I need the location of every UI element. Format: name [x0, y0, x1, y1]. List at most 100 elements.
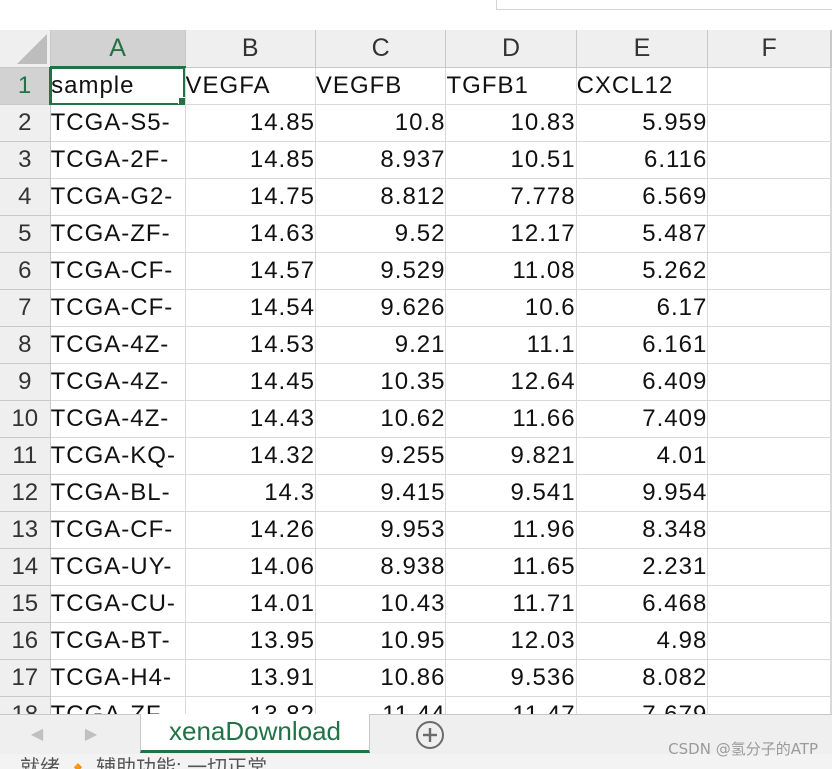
cell-c11[interactable]: 9.255 — [315, 437, 447, 475]
row-header-15[interactable]: 15 — [0, 585, 51, 623]
cell-empty[interactable] — [830, 437, 832, 475]
cell-b3[interactable]: 14.85 — [185, 141, 316, 179]
cell-c9[interactable]: 10.35 — [315, 363, 447, 401]
cell-f3[interactable] — [707, 141, 831, 179]
cell-c10[interactable]: 10.62 — [315, 400, 447, 438]
cell-e11[interactable]: 4.01 — [576, 437, 709, 475]
cell-empty[interactable] — [830, 178, 832, 216]
cell-empty[interactable] — [830, 474, 832, 512]
cell-f18[interactable] — [707, 696, 831, 714]
cell-f7[interactable] — [707, 289, 831, 327]
cell-f4[interactable] — [707, 178, 831, 216]
column-header-c[interactable]: C — [315, 30, 447, 68]
cell-d2[interactable]: 10.83 — [445, 104, 577, 142]
cell-a6[interactable]: TCGA-CF- — [50, 252, 186, 290]
row-header-16[interactable]: 16 — [0, 622, 51, 660]
fill-handle[interactable] — [177, 97, 185, 104]
cell-d9[interactable]: 12.64 — [445, 363, 577, 401]
cell-f13[interactable] — [707, 511, 831, 549]
cell-f11[interactable] — [707, 437, 831, 475]
cell-empty[interactable] — [830, 696, 832, 714]
cell-c17[interactable]: 10.86 — [315, 659, 447, 697]
cell-c1[interactable]: VEGFB — [315, 67, 447, 105]
column-header-d[interactable]: D — [445, 30, 577, 68]
cell-d11[interactable]: 9.821 — [445, 437, 577, 475]
cell-empty[interactable] — [830, 252, 832, 290]
cell-d5[interactable]: 12.17 — [445, 215, 577, 253]
chevron-right-icon[interactable]: ▶ — [84, 725, 98, 745]
cell-empty[interactable] — [830, 141, 832, 179]
cell-f16[interactable] — [707, 622, 831, 660]
cell-e6[interactable]: 5.262 — [576, 252, 709, 290]
row-header-7[interactable]: 7 — [0, 289, 51, 327]
cell-f8[interactable] — [707, 326, 831, 364]
cell-c12[interactable]: 9.415 — [315, 474, 447, 512]
cell-d17[interactable]: 9.536 — [445, 659, 577, 697]
row-header-11[interactable]: 11 — [0, 437, 51, 475]
cell-f15[interactable] — [707, 585, 831, 623]
cell-e17[interactable]: 8.082 — [576, 659, 709, 697]
cell-empty[interactable] — [830, 104, 832, 142]
cell-d3[interactable]: 10.51 — [445, 141, 577, 179]
cell-b6[interactable]: 14.57 — [185, 252, 316, 290]
row-header-4[interactable]: 4 — [0, 178, 51, 216]
cell-d12[interactable]: 9.541 — [445, 474, 577, 512]
chevron-left-icon[interactable]: ◀ — [30, 725, 44, 745]
sheet-tab-xenadownload[interactable]: xenaDownload — [140, 714, 370, 753]
cell-f9[interactable] — [707, 363, 831, 401]
cell-b1[interactable]: VEGFA — [185, 67, 316, 105]
cell-a3[interactable]: TCGA-2F- — [50, 141, 186, 179]
cell-empty[interactable] — [830, 622, 832, 660]
cell-a18[interactable]: TCGA-ZF- — [50, 696, 186, 714]
cell-c4[interactable]: 8.812 — [315, 178, 447, 216]
row-header-2[interactable]: 2 — [0, 104, 51, 142]
cell-a17[interactable]: TCGA-H4- — [50, 659, 186, 697]
cell-c7[interactable]: 9.626 — [315, 289, 447, 327]
cell-d7[interactable]: 10.6 — [445, 289, 577, 327]
cell-c18[interactable]: 11.44 — [315, 696, 447, 714]
cell-e5[interactable]: 5.487 — [576, 215, 709, 253]
row-header-8[interactable]: 8 — [0, 326, 51, 364]
cell-b2[interactable]: 14.85 — [185, 104, 316, 142]
cell-b18[interactable]: 13.82 — [185, 696, 316, 714]
cell-b7[interactable]: 14.54 — [185, 289, 316, 327]
cell-e12[interactable]: 9.954 — [576, 474, 709, 512]
cell-a2[interactable]: TCGA-S5- — [50, 104, 186, 142]
cell-f17[interactable] — [707, 659, 831, 697]
cell-empty[interactable] — [830, 215, 832, 253]
cell-empty[interactable] — [830, 511, 832, 549]
cell-a14[interactable]: TCGA-UY- — [50, 548, 186, 586]
cell-e16[interactable]: 4.98 — [576, 622, 709, 660]
cell-b8[interactable]: 14.53 — [185, 326, 316, 364]
cell-e7[interactable]: 6.17 — [576, 289, 709, 327]
cell-b9[interactable]: 14.45 — [185, 363, 316, 401]
cell-c15[interactable]: 10.43 — [315, 585, 447, 623]
cell-e9[interactable]: 6.409 — [576, 363, 709, 401]
row-header-1[interactable]: 1 — [0, 67, 52, 105]
formula-input[interactable] — [496, 0, 832, 10]
row-header-12[interactable]: 12 — [0, 474, 51, 512]
cell-f6[interactable] — [707, 252, 831, 290]
cell-c6[interactable]: 9.529 — [315, 252, 447, 290]
cell-empty[interactable] — [830, 548, 832, 586]
row-header-10[interactable]: 10 — [0, 400, 51, 438]
cell-f12[interactable] — [707, 474, 831, 512]
row-header-17[interactable]: 17 — [0, 659, 51, 697]
column-header-a[interactable]: A — [50, 30, 186, 68]
cell-f14[interactable] — [707, 548, 831, 586]
cell-a7[interactable]: TCGA-CF- — [50, 289, 186, 327]
cell-c16[interactable]: 10.95 — [315, 622, 447, 660]
cell-f10[interactable] — [707, 400, 831, 438]
cell-c5[interactable]: 9.52 — [315, 215, 447, 253]
cell-b4[interactable]: 14.75 — [185, 178, 316, 216]
cell-e10[interactable]: 7.409 — [576, 400, 709, 438]
plus-circle-icon[interactable] — [415, 720, 445, 750]
column-header-e[interactable]: E — [576, 30, 709, 68]
cell-a10[interactable]: TCGA-4Z- — [50, 400, 186, 438]
cell-d6[interactable]: 11.08 — [445, 252, 577, 290]
cell-empty[interactable] — [830, 363, 832, 401]
cell-b15[interactable]: 14.01 — [185, 585, 316, 623]
cell-f2[interactable] — [707, 104, 831, 142]
cell-b16[interactable]: 13.95 — [185, 622, 316, 660]
cell-d4[interactable]: 7.778 — [445, 178, 577, 216]
